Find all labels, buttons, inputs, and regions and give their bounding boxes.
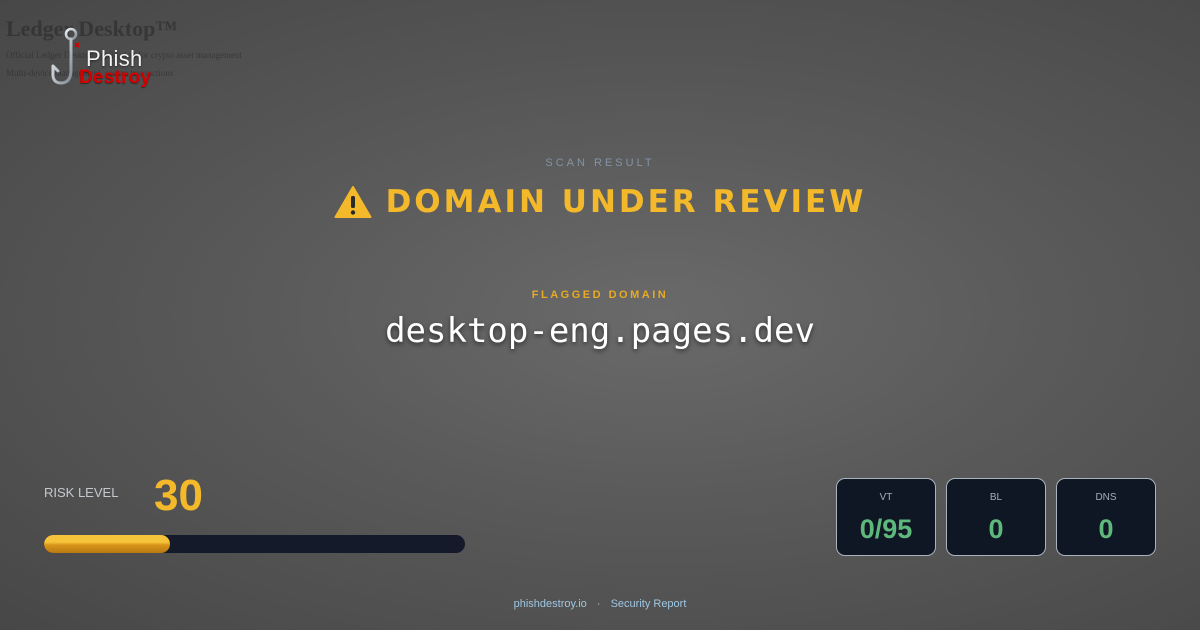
stat-card-bl: BL 0 — [946, 478, 1046, 556]
logo-word-destroy: Destroy — [79, 67, 152, 88]
footer-site-link[interactable]: phishdestroy.io — [514, 598, 587, 610]
scan-status: DOMAIN UNDER REVIEW — [0, 184, 1200, 220]
scan-stats: VT 0/95 BL 0 DNS 0 — [836, 478, 1156, 556]
footer-separator: · — [596, 598, 601, 610]
scan-status-text: DOMAIN UNDER REVIEW — [385, 184, 867, 220]
flagged-domain: desktop-eng.pages.dev — [385, 311, 815, 351]
flagged-domain-label: FLAGGED DOMAIN — [531, 289, 669, 301]
scan-result-label: SCAN RESULT — [545, 157, 655, 169]
stat-label: DNS — [1095, 492, 1117, 503]
stat-label: BL — [989, 492, 1003, 503]
warning-triangle-icon — [334, 186, 372, 218]
stat-label: VT — [879, 492, 893, 503]
risk-progress-fill — [44, 535, 171, 553]
risk-progress-bar — [44, 535, 465, 553]
stat-card-vt: VT 0/95 — [836, 478, 936, 556]
footer-report-label: Security Report — [610, 598, 687, 610]
risk-level-label: RISK LEVEL — [44, 485, 119, 500]
risk-level-value: 30 — [154, 471, 203, 520]
stat-card-dns: DNS 0 — [1056, 478, 1156, 556]
stat-value: 0 — [988, 514, 1004, 544]
stat-value: 0/95 — [859, 514, 913, 544]
stat-value: 0 — [1098, 514, 1114, 544]
footer: phishdestroy.io · Security Report — [0, 598, 1200, 610]
phishdestroy-logo: Phish Destroy — [48, 26, 173, 94]
